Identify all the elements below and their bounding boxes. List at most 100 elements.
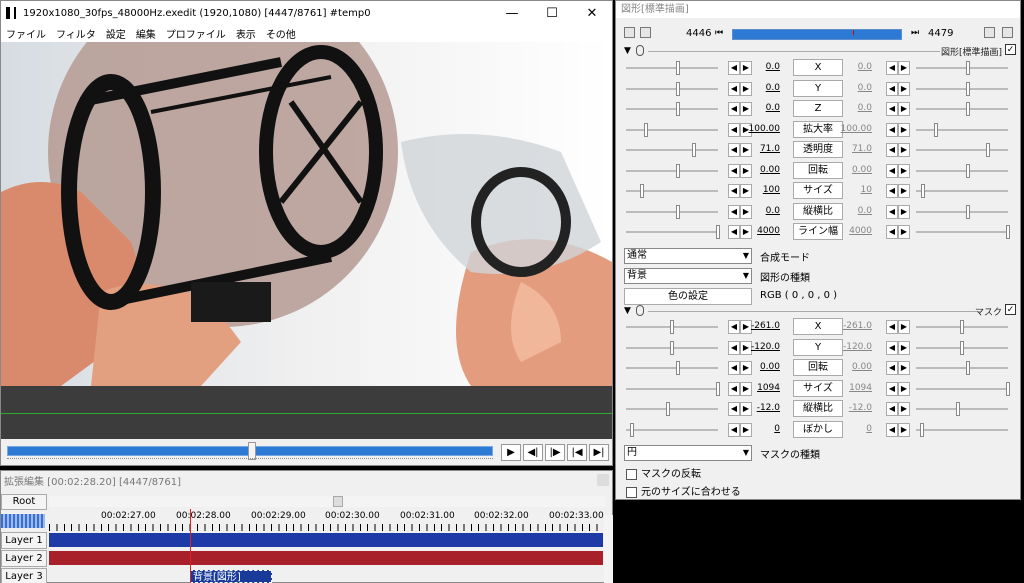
right-arrow-icon[interactable]: ▶ — [898, 320, 910, 334]
end-value[interactable]: 0.0 — [826, 206, 872, 216]
end-value[interactable]: 0.00 — [826, 165, 872, 175]
end-value[interactable]: -261.0 — [826, 321, 872, 331]
end-stepper[interactable]: ◀ ▶ — [886, 361, 910, 375]
end-slider[interactable] — [916, 225, 1010, 239]
start-slider[interactable] — [626, 402, 718, 416]
start-slider[interactable] — [626, 81, 718, 96]
layer-2-label[interactable]: Layer 2 — [1, 550, 47, 567]
slider-knob[interactable] — [960, 340, 964, 355]
slider-knob[interactable] — [630, 422, 634, 437]
menu-settings[interactable]: 設定 — [101, 26, 131, 41]
end-stepper[interactable]: ◀ ▶ — [886, 122, 910, 137]
section-shape-checkbox[interactable]: ✓ — [1005, 44, 1016, 55]
nav-prev-button[interactable]: ⏮ — [712, 27, 726, 41]
fit-original-checkbox[interactable] — [626, 486, 637, 498]
end-stepper[interactable]: ◀ ▶ — [886, 61, 910, 75]
start-value[interactable]: 0.0 — [734, 83, 780, 93]
timeline-hscroll-thumb[interactable] — [333, 496, 343, 507]
section-mask-checkbox[interactable]: ✓ — [1005, 304, 1016, 315]
to-end-button[interactable]: ▶| — [589, 444, 609, 461]
end-value[interactable]: 0.00 — [826, 362, 872, 372]
left-arrow-icon[interactable]: ◀ — [886, 422, 898, 437]
right-arrow-icon[interactable]: ▶ — [898, 381, 910, 396]
end-stepper[interactable]: ◀ ▶ — [886, 81, 910, 96]
end-slider[interactable] — [916, 422, 1008, 437]
start-slider[interactable] — [626, 61, 718, 75]
right-arrow-icon[interactable]: ▶ — [898, 102, 910, 116]
end-value[interactable]: 4000 — [826, 226, 872, 236]
start-slider[interactable] — [626, 143, 718, 157]
right-arrow-icon[interactable]: ▶ — [898, 81, 910, 96]
right-arrow-icon[interactable]: ▶ — [898, 340, 910, 355]
start-slider[interactable] — [626, 381, 720, 396]
slider-knob[interactable] — [640, 184, 644, 198]
left-arrow-icon[interactable]: ◀ — [886, 102, 898, 116]
root-button[interactable]: Root — [1, 494, 47, 510]
left-arrow-icon[interactable]: ◀ — [886, 361, 898, 375]
left-arrow-icon[interactable]: ◀ — [886, 122, 898, 137]
end-stepper[interactable]: ◀ ▶ — [886, 184, 910, 198]
start-value[interactable]: 0.0 — [734, 62, 780, 72]
left-arrow-icon[interactable]: ◀ — [886, 204, 898, 219]
right-arrow-icon[interactable]: ▶ — [898, 61, 910, 75]
time-ruler[interactable]: 00:02:27.00 00:02:28.00 00:02:29.00 00:0… — [49, 511, 605, 533]
start-value[interactable]: 0.00 — [734, 362, 780, 372]
maximize-button[interactable]: ☐ — [532, 1, 572, 25]
slider-knob[interactable] — [670, 320, 674, 334]
slider-knob[interactable] — [966, 102, 970, 116]
start-value[interactable]: 0.0 — [734, 206, 780, 216]
slider-knob[interactable] — [966, 361, 970, 375]
mask-invert-checkbox[interactable] — [626, 468, 637, 480]
left-arrow-icon[interactable]: ◀ — [886, 184, 898, 198]
end-slider[interactable] — [916, 204, 1008, 219]
add-filter-icon[interactable] — [1002, 27, 1013, 38]
timeline-cursor[interactable] — [190, 509, 191, 583]
slider-knob[interactable] — [960, 320, 964, 334]
end-slider[interactable] — [916, 340, 1008, 355]
mask-type-select[interactable]: 円 ▼ — [624, 445, 752, 461]
start-value[interactable]: 4000 — [734, 226, 780, 236]
end-slider[interactable] — [916, 143, 1008, 157]
slider-knob[interactable] — [934, 122, 938, 137]
end-value[interactable]: 71.0 — [826, 144, 872, 154]
end-value[interactable]: 0.0 — [826, 103, 872, 113]
start-value[interactable]: -120.0 — [734, 342, 780, 352]
end-stepper[interactable]: ◀ ▶ — [886, 204, 910, 219]
layer-1-label[interactable]: Layer 1 — [1, 532, 47, 549]
slider-knob[interactable] — [676, 361, 680, 375]
end-slider[interactable] — [916, 184, 1008, 198]
start-slider[interactable] — [626, 184, 718, 198]
right-arrow-icon[interactable]: ▶ — [898, 422, 910, 437]
slider-knob[interactable] — [676, 102, 680, 116]
end-slider[interactable] — [916, 61, 1008, 75]
close-button[interactable]: ✕ — [572, 1, 612, 25]
left-arrow-icon[interactable]: ◀ — [886, 61, 898, 75]
slider-knob[interactable] — [676, 204, 680, 219]
shape-type-select[interactable]: 背景 ▼ — [624, 268, 752, 284]
left-arrow-icon[interactable]: ◀ — [886, 381, 898, 396]
end-value[interactable]: 1094 — [826, 383, 872, 393]
slider-knob[interactable] — [644, 122, 648, 137]
section-mask-header[interactable]: ▼ マスク ✓ — [616, 304, 1020, 318]
timeline-close-button[interactable] — [597, 474, 609, 486]
start-slider[interactable] — [626, 163, 718, 178]
end-stepper[interactable]: ◀ ▶ — [886, 340, 910, 355]
start-value[interactable]: 0.0 — [734, 103, 780, 113]
end-slider[interactable] — [916, 320, 1008, 334]
right-arrow-icon[interactable]: ▶ — [898, 204, 910, 219]
start-value[interactable]: -261.0 — [734, 321, 780, 331]
start-slider[interactable] — [626, 204, 718, 219]
right-arrow-icon[interactable]: ▶ — [898, 225, 910, 239]
end-stepper[interactable]: ◀ ▶ — [886, 422, 910, 437]
right-arrow-icon[interactable]: ▶ — [898, 143, 910, 157]
end-value[interactable]: 0 — [826, 424, 872, 434]
start-value[interactable]: 0.00 — [734, 165, 780, 175]
left-arrow-icon[interactable]: ◀ — [886, 163, 898, 178]
sync-icon[interactable] — [984, 27, 995, 38]
start-slider[interactable] — [626, 320, 718, 334]
menu-profile[interactable]: プロファイル — [161, 26, 231, 41]
right-arrow-icon[interactable]: ▶ — [898, 402, 910, 416]
nav-next-button[interactable]: ⏭ — [908, 27, 922, 41]
fit-original-row[interactable]: 元のサイズに合わせる — [626, 483, 741, 498]
start-value[interactable]: 1094 — [734, 383, 780, 393]
